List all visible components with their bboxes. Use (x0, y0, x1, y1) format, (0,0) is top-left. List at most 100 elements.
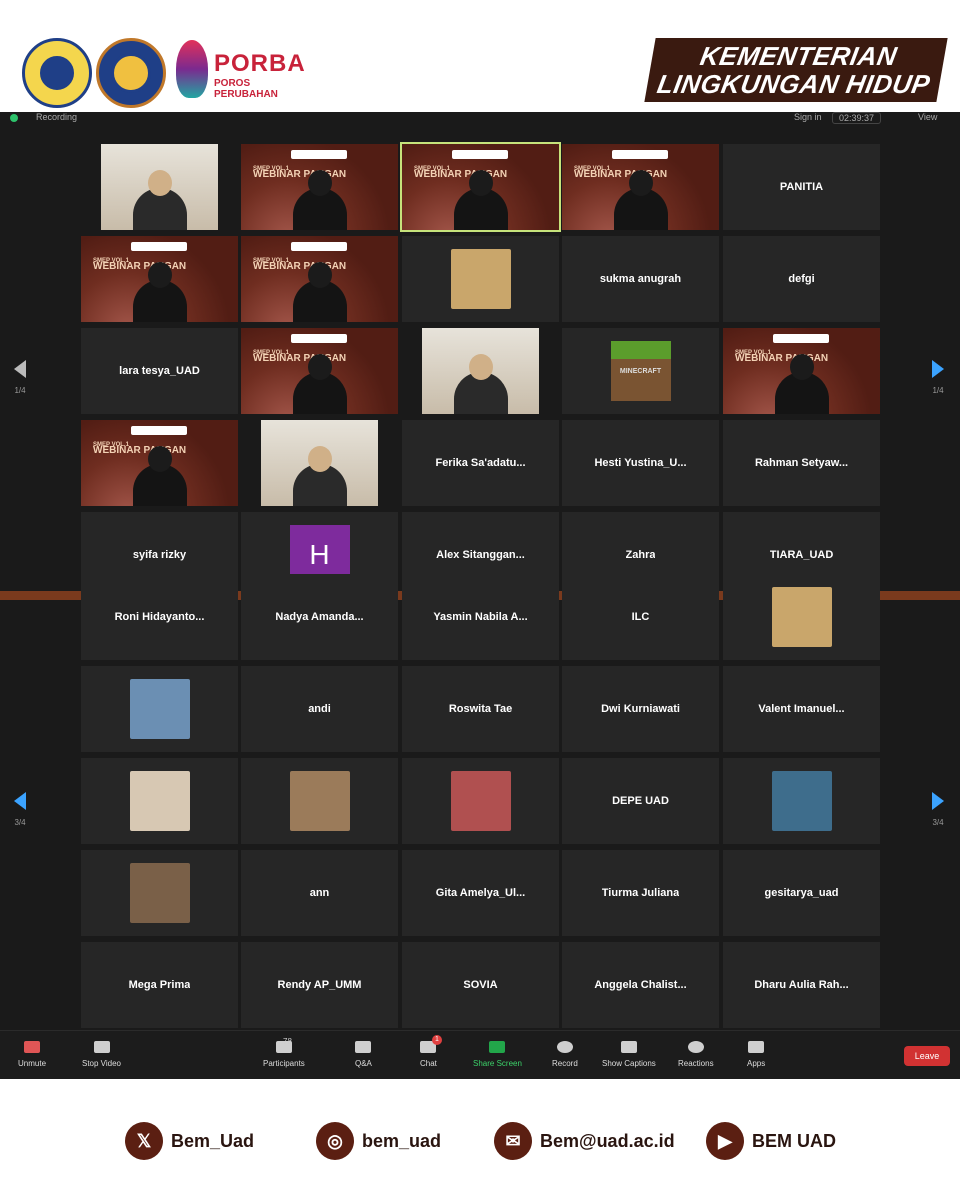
participant-name: gesitarya_uad (764, 887, 839, 899)
participant-tile[interactable]: DEPE UAD (562, 758, 719, 844)
participants-count: 78 (283, 1037, 292, 1046)
chat-button[interactable]: 1 Chat (420, 1035, 442, 1068)
leave-button[interactable]: Leave (904, 1046, 950, 1066)
participant-tile[interactable] (81, 850, 238, 936)
participant-tile[interactable]: lara tesya_UAD (81, 328, 238, 414)
participant-tile[interactable]: SMEP VOL.1 WEBINAR PANGAN (723, 328, 880, 414)
profile-picture (129, 863, 190, 923)
participant-tile[interactable]: Yasmin Nabila A... (402, 574, 559, 660)
record-button[interactable]: Record (552, 1041, 578, 1068)
participant-tile[interactable]: Dharu Aulia Rah... (723, 942, 880, 1028)
participant-tile[interactable] (101, 144, 218, 230)
security-shield-icon[interactable] (10, 114, 18, 122)
webinar-title: WEBINAR PANGAN (253, 353, 347, 364)
participant-name: Ferika Sa'adatu... (435, 457, 526, 469)
chevron-right-icon (932, 792, 944, 810)
participant-name: SOVIA (463, 979, 498, 991)
participant-tile[interactable]: Anggela Chalist... (562, 942, 719, 1028)
minecraft-profile-picture: MINECRAFT (610, 341, 671, 401)
share-screen-button[interactable]: Share Screen (473, 1041, 522, 1068)
reactions-button[interactable]: Reactions (678, 1041, 714, 1068)
participant-video (132, 170, 187, 230)
participants-button[interactable]: 78 Participants (263, 1037, 305, 1068)
participant-tile[interactable]: SMEP VOL.1 WEBINAR PANGAN (400, 142, 561, 232)
profile-picture (771, 771, 832, 831)
share-screen-label: Share Screen (473, 1059, 522, 1068)
participant-video (453, 354, 508, 414)
recording-indicator[interactable]: Recording (36, 112, 77, 122)
participant-tile[interactable]: Roni Hidayanto... (81, 574, 238, 660)
participant-tile[interactable] (402, 236, 559, 322)
participant-tile[interactable]: SOVIA (402, 942, 559, 1028)
sign-in-link[interactable]: Sign in (794, 112, 822, 122)
chevron-left-icon (14, 792, 26, 810)
participant-tile[interactable] (81, 666, 238, 752)
show-captions-button[interactable]: Show Captions (602, 1041, 656, 1068)
participant-tile[interactable]: Gita Amelya_Ul... (402, 850, 559, 936)
participant-tile[interactable] (422, 328, 539, 414)
meeting-timer: 02:39:37 (832, 112, 882, 124)
participant-tile[interactable]: PANITIA (723, 144, 880, 230)
show-captions-label: Show Captions (602, 1059, 656, 1068)
participant-tile[interactable]: gesitarya_uad (723, 850, 880, 936)
participant-tile[interactable]: Roswita Tae (402, 666, 559, 752)
participant-tile[interactable] (261, 420, 378, 506)
participant-tile[interactable]: ann (241, 850, 398, 936)
participant-tile[interactable]: SMEP VOL.1 WEBINAR PANGAN (241, 144, 398, 230)
participant-tile[interactable] (241, 758, 398, 844)
apps-button[interactable]: Apps (747, 1041, 765, 1068)
participant-tile[interactable]: Hesti Yustina_U... (562, 420, 719, 506)
sponsor-logos (452, 150, 508, 159)
participant-tile[interactable]: defgi (723, 236, 880, 322)
prev-page-button[interactable]: 3/4 (10, 792, 30, 832)
participant-tile[interactable]: Rahman Setyaw... (723, 420, 880, 506)
porba-subtitle: POROS PERUBAHAN (214, 78, 278, 100)
instagram-handle: bem_uad (362, 1130, 442, 1151)
twitter-handle: Bem_Uad (171, 1130, 255, 1151)
next-page-button[interactable]: 1/4 (928, 360, 948, 400)
participant-tile[interactable]: SMEP VOL.1 WEBINAR PANGAN (81, 236, 238, 322)
participant-tile[interactable] (723, 758, 880, 844)
prev-page-button[interactable]: 1/4 (10, 360, 30, 400)
participant-tile[interactable]: Nadya Amanda... (241, 574, 398, 660)
participant-tile[interactable]: Mega Prima (81, 942, 238, 1028)
page-indicator: 3/4 (14, 818, 26, 827)
participant-name: Mega Prima (128, 979, 191, 991)
participant-tile[interactable] (723, 574, 880, 660)
participant-tile[interactable]: SMEP VOL.1 WEBINAR PANGAN (562, 144, 719, 230)
participant-tile[interactable]: Tiurma Juliana (562, 850, 719, 936)
participant-name: Anggela Chalist... (594, 979, 687, 991)
participant-tile[interactable]: SMEP VOL.1 WEBINAR PANGAN (241, 328, 398, 414)
participant-tile[interactable]: MINECRAFT (562, 328, 719, 414)
participant-tile[interactable]: Valent Imanuel... (723, 666, 880, 752)
instagram-contact: ◎ bem_uad (316, 1122, 441, 1160)
participant-name: sukma anugrah (599, 273, 682, 285)
participant-tile[interactable] (81, 758, 238, 844)
sponsor-logos (291, 334, 347, 343)
participant-tile[interactable]: Ferika Sa'adatu... (402, 420, 559, 506)
participant-tile[interactable]: Rendy AP_UMM (241, 942, 398, 1028)
page-indicator: 1/4 (14, 386, 26, 395)
participant-tile[interactable]: SMEP VOL.1 WEBINAR PANGAN (241, 236, 398, 322)
meeting-toolbar: Unmute Stop Video 78 Participants Q&A 1 Ch… (0, 1030, 960, 1079)
participant-tile[interactable]: andi (241, 666, 398, 752)
chevron-left-icon (14, 360, 26, 378)
participants-label: Participants (263, 1059, 305, 1068)
participant-tile[interactable]: ILC (562, 574, 719, 660)
qa-button[interactable]: Q&A (355, 1041, 372, 1068)
zoom-top-bar: Recording Sign in 02:39:37 View (0, 112, 960, 128)
porba-name: PORBA (214, 50, 306, 77)
sponsor-logos (131, 426, 187, 435)
sponsor-logos (291, 242, 347, 251)
participant-tile[interactable]: SMEP VOL.1 WEBINAR PANGAN (81, 420, 238, 506)
participant-tile[interactable]: sukma anugrah (562, 236, 719, 322)
participant-tile[interactable]: Dwi Kurniawati (562, 666, 719, 752)
stop-video-button[interactable]: Stop Video (82, 1041, 121, 1068)
unmute-button[interactable]: Unmute (18, 1041, 46, 1068)
next-page-button[interactable]: 3/4 (928, 792, 948, 832)
view-button[interactable]: View (918, 112, 937, 122)
participant-silhouette (292, 170, 347, 230)
participant-tile[interactable] (402, 758, 559, 844)
stop-video-label: Stop Video (82, 1059, 121, 1068)
participant-name: Rahman Setyaw... (754, 457, 849, 469)
